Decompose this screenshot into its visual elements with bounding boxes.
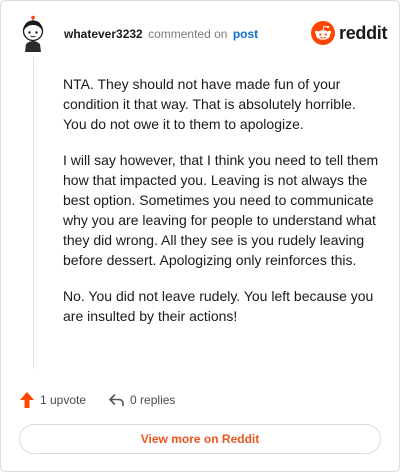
reddit-wordmark: reddit <box>339 22 388 43</box>
replies-button[interactable]: 0 replies <box>108 393 175 407</box>
view-more-button[interactable]: View more on Reddit <box>19 424 381 454</box>
comment-paragraph: NTA. They should not have made fun of yo… <box>63 76 356 132</box>
username-link[interactable]: whatever3232 <box>64 27 143 41</box>
comment-footer: 1 upvote 0 replies <box>19 389 175 411</box>
comment-embed-card: whatever3232 commented on post reddit NT… <box>0 0 400 472</box>
thread-line <box>33 57 34 369</box>
post-link[interactable]: post <box>233 27 258 41</box>
user-avatar[interactable] <box>18 14 48 52</box>
replies-count: 0 replies <box>130 393 176 407</box>
commented-on-text: commented on <box>148 27 228 41</box>
avatar-icon <box>22 15 44 52</box>
arrow-up-icon <box>20 392 34 408</box>
reddit-logo[interactable]: reddit <box>311 21 388 45</box>
comment-paragraph: I will say however, that I think you nee… <box>63 152 379 268</box>
reddit-snoo-icon <box>311 21 335 45</box>
comment-paragraph: No. You did not leave rudely. You left b… <box>63 288 374 324</box>
comment-body: NTA. They should not have made fun of yo… <box>63 74 381 342</box>
upvote-button[interactable]: 1 upvote <box>19 391 86 409</box>
upvote-count: 1 upvote <box>40 393 87 407</box>
comment-header: whatever3232 commented on post <box>64 27 258 41</box>
reply-arrow-icon <box>109 394 124 407</box>
